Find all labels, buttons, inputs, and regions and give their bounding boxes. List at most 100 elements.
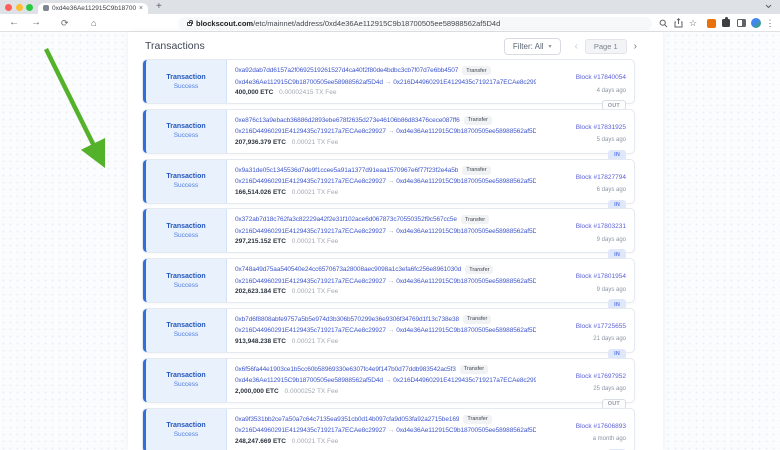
page-number-button[interactable]: Page 1 — [585, 39, 627, 54]
transaction-details: 0xa92dab7dd6157a2f0692519261527d4ca40f2f… — [227, 60, 542, 103]
status-subtitle: Success — [174, 282, 199, 289]
tx-fee: 0.00021 TX Fee — [292, 189, 339, 196]
url-path: /etc/mainnet/address/0xd4e36Ae112915C9b1… — [253, 19, 500, 28]
status-badge: Transaction Success — [143, 359, 227, 402]
new-tab-button[interactable]: + — [156, 1, 162, 12]
forward-icon[interactable]: → — [31, 14, 41, 32]
maximize-window-button[interactable] — [26, 4, 33, 11]
amount-value: 913,948.238 ETC — [235, 338, 286, 345]
extensions-puzzle-icon[interactable] — [720, 17, 732, 29]
minimize-window-button[interactable] — [16, 4, 23, 11]
menu-dots-icon[interactable]: ⋮ — [764, 17, 776, 29]
block-link[interactable]: Block #17606893 — [576, 423, 626, 430]
status-title: Transaction — [166, 173, 205, 180]
from-address-link[interactable]: 0xd4e36Ae112915C9b18700505ee58988562af5D… — [235, 79, 383, 86]
transaction-details: 0x9a31de05c1345536d7de9f1ccee5a91a1377d9… — [227, 160, 542, 203]
block-link[interactable]: Block #17831925 — [576, 124, 626, 131]
status-subtitle: Success — [174, 182, 199, 189]
share-icon[interactable] — [672, 17, 684, 29]
transaction-hash-link[interactable]: 0xb7d6f8808abfe9757a5b5e974d3b306b570299… — [235, 316, 459, 323]
bookmark-star-icon[interactable]: ☆ — [687, 17, 699, 29]
browser-tab-strip: 0xd4e36Ae112915C9b187005 × + — [0, 0, 780, 14]
block-link[interactable]: Block #17840054 — [576, 74, 626, 81]
to-address-link[interactable]: 0xd4e36Ae112915C9b18700505ee58988562af5D… — [396, 128, 536, 135]
close-tab-icon[interactable]: × — [139, 5, 143, 12]
to-address-link[interactable]: 0xd4e36Ae112915C9b18700505ee58988562af5D… — [396, 228, 536, 235]
block-link[interactable]: Block #17801954 — [576, 273, 626, 280]
block-link[interactable]: Block #17725655 — [576, 323, 626, 330]
to-address-link[interactable]: 0x216D44960291E4129435c719217a7ECAe8c299… — [393, 79, 536, 86]
page-background: Transactions Filter: All ▾ ‹ Page 1 › Tr… — [0, 32, 780, 450]
from-address-link[interactable]: 0x216D44960291E4129435c719217a7ECAe8c299… — [235, 327, 386, 334]
status-title: Transaction — [166, 372, 205, 379]
transaction-hash-link[interactable]: 0xe876c13a9ebacb36886d2893ebe678f2635d27… — [235, 117, 460, 124]
transaction-hash-link[interactable]: 0x748a49d75aa540540e24cc6570673a28008aec… — [235, 266, 461, 273]
status-badge: Transaction Success — [143, 110, 227, 153]
tx-fee: 0.0000252 TX Fee — [285, 388, 339, 395]
amount-value: 207,936.379 ETC — [235, 139, 286, 146]
transaction-type-badge: Transfer — [463, 415, 491, 424]
lock-icon[interactable] — [187, 22, 192, 26]
search-icon[interactable] — [657, 17, 669, 29]
from-address-link[interactable]: 0x216D44960291E4129435c719217a7ECAe8c299… — [235, 278, 386, 285]
status-badge: Transaction Success — [143, 309, 227, 352]
filter-button[interactable]: Filter: All ▾ — [504, 38, 561, 55]
profile-avatar[interactable] — [750, 17, 762, 29]
block-link[interactable]: Block #17803231 — [576, 223, 626, 230]
home-icon[interactable]: ⌂ — [91, 14, 96, 32]
block-link[interactable]: Block #17697952 — [576, 373, 626, 380]
chevron-down-icon[interactable] — [765, 4, 772, 9]
from-address-link[interactable]: 0x216D44960291E4129435c719217a7ECAe8c299… — [235, 128, 386, 135]
from-address-link[interactable]: 0xd4e36Ae112915C9b18700505ee58988562af5D… — [235, 377, 383, 384]
status-subtitle: Success — [174, 132, 199, 139]
pagination: ‹ Page 1 › — [575, 39, 637, 54]
transaction-details: 0x748a49d75aa540540e24cc6570673a28008aec… — [227, 259, 542, 302]
route-arrow-icon: → — [386, 228, 396, 235]
filter-caret-icon: ▾ — [549, 43, 552, 50]
address-bar[interactable]: blockscout.com/etc/mainnet/address/0xd4e… — [178, 17, 652, 30]
status-badge: Transaction Success — [143, 60, 227, 103]
route-arrow-icon: → — [383, 377, 393, 384]
route-arrow-icon: → — [386, 427, 396, 434]
from-address-link[interactable]: 0x216D44960291E4129435c719217a7ECAe8c299… — [235, 427, 386, 434]
url-domain: blockscout.com — [196, 19, 253, 28]
filter-label: Filter: All — [513, 42, 544, 51]
to-address-link[interactable]: 0xd4e36Ae112915C9b18700505ee58988562af5D… — [396, 427, 536, 434]
age-text: 9 days ago — [542, 237, 626, 243]
block-link[interactable]: Block #17827794 — [576, 174, 626, 181]
transaction-hash-link[interactable]: 0xa9f3531bb2ce7a50a7c64c7135ea9351cb0d14… — [235, 416, 459, 423]
transaction-card: Transaction Success 0xa92dab7dd6157a2f06… — [142, 59, 635, 104]
status-badge: Transaction Success — [143, 160, 227, 203]
to-address-link[interactable]: 0xd4e36Ae112915C9b18700505ee58988562af5D… — [396, 178, 536, 185]
side-panel-icon[interactable] — [735, 17, 747, 29]
from-address-link[interactable]: 0x216D44960291E4129435c719217a7ECAe8c299… — [235, 178, 386, 185]
age-text: 6 days ago — [542, 187, 626, 193]
status-subtitle: Success — [174, 331, 199, 338]
reload-icon[interactable]: ⟳ — [61, 14, 69, 32]
from-address-link[interactable]: 0x216D44960291E4129435c719217a7ECAe8c299… — [235, 228, 386, 235]
status-subtitle: Success — [174, 381, 199, 388]
panel-header: Transactions Filter: All ▾ ‹ Page 1 › — [145, 37, 637, 55]
back-icon[interactable]: ← — [9, 14, 19, 32]
amount-value: 2,000,000 ETC — [235, 388, 279, 395]
transaction-hash-link[interactable]: 0x372ab7d18c762fa3c82229a42f2e31f102ace6… — [235, 216, 457, 223]
transaction-hash-link[interactable]: 0xa92dab7dd6157a2f0692519261527d4ca40f2f… — [235, 67, 458, 74]
transaction-meta: Block #17725655 21 days ago IN — [542, 309, 634, 352]
transaction-details: 0xa9f3531bb2ce7a50a7c64c7135ea9351cb0d14… — [227, 409, 542, 450]
transaction-meta: Block #17606893 a month ago IN — [542, 409, 634, 450]
to-address-link[interactable]: 0x216D44960291E4129435c719217a7ECAe8c299… — [393, 377, 536, 384]
status-title: Transaction — [166, 322, 205, 329]
transaction-card: Transaction Success 0xb7d6f8808abfe9757a… — [142, 308, 635, 353]
to-address-link[interactable]: 0xd4e36Ae112915C9b18700505ee58988562af5D… — [396, 278, 536, 285]
transaction-hash-link[interactable]: 0x6f56fa44e1903ce1b5cc60b58969330e6307fc… — [235, 366, 456, 373]
transaction-hash-link[interactable]: 0x9a31de05c1345536d7de9f1ccee5a91a1377d9… — [235, 167, 458, 174]
status-subtitle: Success — [174, 232, 199, 239]
browser-tab[interactable]: 0xd4e36Ae112915C9b187005 × — [38, 3, 148, 15]
to-address-link[interactable]: 0xd4e36Ae112915C9b18700505ee58988562af5D… — [396, 327, 536, 334]
extension-orange-icon[interactable] — [705, 17, 717, 29]
next-page-icon[interactable]: › — [634, 41, 637, 52]
status-title: Transaction — [166, 74, 205, 81]
url-text: blockscout.com/etc/mainnet/address/0xd4e… — [196, 19, 500, 28]
prev-page-icon[interactable]: ‹ — [575, 41, 578, 52]
close-window-button[interactable] — [5, 4, 12, 11]
